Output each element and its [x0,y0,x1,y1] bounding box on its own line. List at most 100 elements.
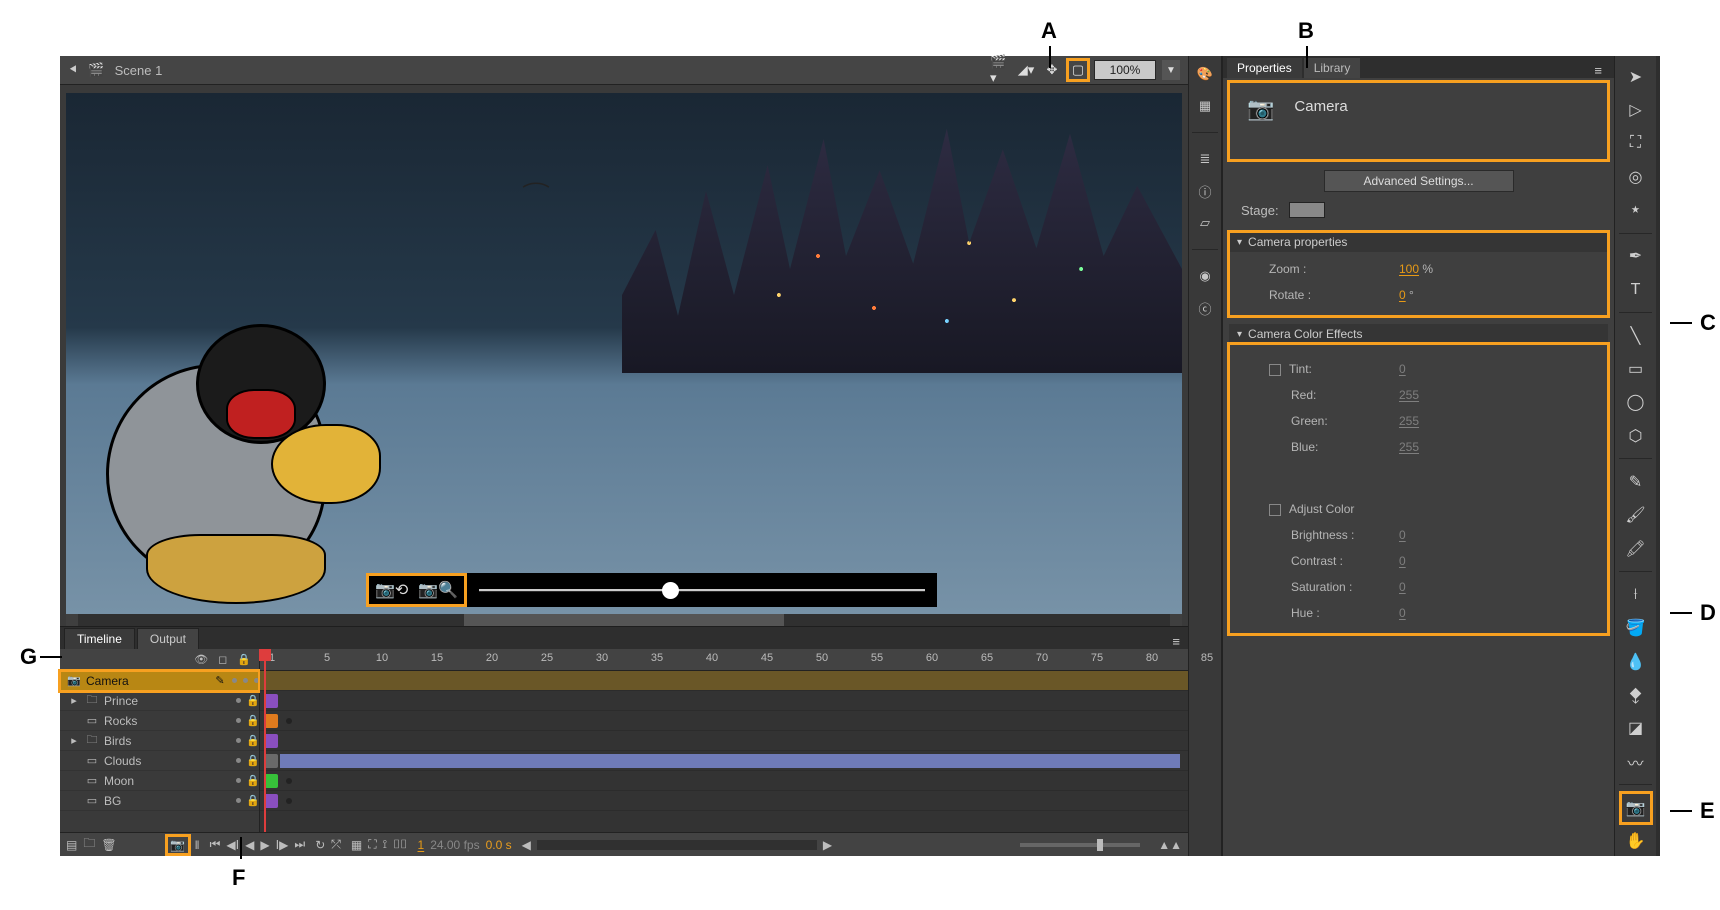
info-panel-icon[interactable]: ⓘ [1192,179,1218,203]
toggle-camera-button[interactable]: 📷 [167,836,189,854]
stage-canvas[interactable]: ︵ 📷⟲ 📷🔍 [66,93,1182,614]
layer-row-moon[interactable]: ▭ Moon 🔒 [60,771,259,791]
free-transform-tool-icon[interactable]: ⛶ [1621,129,1651,158]
panel-menu-icon[interactable]: ≡ [1586,63,1610,78]
swatches-panel-icon[interactable]: 🎨 [1192,62,1218,86]
visibility-column-icon[interactable]: 👁 [194,653,208,666]
clip-content-toggle[interactable]: ▢ [1068,60,1088,80]
stage-horizontal-scrollbar[interactable] [66,614,1182,626]
history-panel-icon[interactable]: ≣ [1192,147,1218,171]
step-fwd-icon[interactable]: Ⅰ▶ [276,838,289,852]
ink-bottle-tool-icon[interactable]: 💧 [1621,647,1651,676]
tab-output[interactable]: Output [137,628,199,649]
tint-red-value[interactable]: 255 [1399,388,1592,402]
camera-rotate-tool-icon[interactable]: 📷⟲ [375,580,408,600]
track-prince[interactable] [260,691,1188,711]
tint-blue-value[interactable]: 255 [1399,440,1592,454]
oval-tool-icon[interactable]: ◯ [1621,388,1651,417]
layer-row-clouds[interactable]: ▭ Clouds 🔒 [60,751,259,771]
selection-tool-icon[interactable]: ➤ [1621,62,1651,91]
layer-row-birds[interactable]: ▸ 🗀 Birds 🔒 [60,731,259,751]
tint-green-value[interactable]: 255 [1399,414,1592,428]
scene-clapper-icon[interactable]: 🎬 [88,62,104,78]
delete-layer-icon[interactable]: 🗑 [101,838,116,852]
edit-symbol-icon[interactable]: ◢▾ [1016,60,1036,80]
tab-library[interactable]: Library [1304,58,1361,78]
pen-tool-icon[interactable]: ✒ [1621,242,1651,271]
camera-color-effects-header[interactable]: Camera Color Effects [1229,324,1608,344]
expand-arrow-icon[interactable]: ▸ [68,695,80,707]
tab-timeline[interactable]: Timeline [64,628,135,649]
zoom-value[interactable]: 100% [1094,60,1156,80]
back-icon[interactable]: ⯇ [68,62,78,78]
lock-icon[interactable]: 🔒 [247,755,259,767]
lock-icon[interactable]: 🔒 [247,715,259,727]
lock-icon[interactable]: 🔒 [247,695,259,707]
scene-label[interactable]: Scene 1 [115,63,163,78]
camera-zoom-tool-icon[interactable]: 📷🔍 [418,580,458,600]
play-back-icon[interactable]: ◀ [245,838,254,852]
layer-row-rocks[interactable]: ▭ Rocks 🔒 [60,711,259,731]
fps-readout[interactable]: 24.00 fps [430,838,479,852]
camera-slider-thumb[interactable] [662,582,679,599]
onion-skin-icon[interactable]: ⤱ [331,837,341,852]
color-panel-icon[interactable]: ◉ [1192,264,1218,288]
track-birds[interactable] [260,731,1188,751]
brightness-value[interactable]: 0 [1399,528,1592,542]
edit-scene-icon[interactable]: 🎬▾ [990,60,1010,80]
zoom-dropdown[interactable]: ▼ [1162,60,1180,80]
go-first-frame-icon[interactable]: ⏮ [210,837,221,852]
play-icon[interactable]: ▶ [260,838,269,852]
lock-icon[interactable]: 🔒 [247,775,259,787]
brush-tool-icon[interactable]: 🖌 [1621,501,1651,530]
lock-icon[interactable]: 🔒 [247,795,259,807]
track-rocks[interactable] [260,711,1188,731]
timeline-tracks[interactable]: 1510152025303540455055606570758085 [260,649,1188,832]
rectangle-tool-icon[interactable]: ▭ [1621,355,1651,384]
current-frame[interactable]: 1 [418,838,425,852]
tint-checkbox[interactable] [1269,364,1281,376]
transform-panel-icon[interactable]: ▱ [1192,211,1218,235]
center-stage-icon[interactable]: ✥ [1042,60,1062,80]
camera-properties-header[interactable]: Camera properties [1229,232,1608,252]
contrast-value[interactable]: 0 [1399,554,1592,568]
bone-tool-icon[interactable]: ⟊ [1621,580,1651,609]
lasso-tool-icon[interactable]: ⭑ [1621,195,1651,224]
3d-rotation-tool-icon[interactable]: ◎ [1621,162,1651,191]
track-clouds[interactable] [260,751,1188,771]
lock-column-icon[interactable]: 🔒 [237,653,251,666]
stage-color-swatch[interactable] [1289,202,1325,218]
layer-row-camera[interactable]: 📷 Camera ✎ [60,671,259,691]
new-layer-icon[interactable]: ▤ [66,838,77,852]
marker-icon[interactable]: ⟟ [383,837,387,852]
rotate-value-input[interactable]: 0 [1399,288,1406,302]
playhead[interactable] [264,649,266,832]
camera-tool-icon[interactable]: 📷 [1621,793,1651,822]
outline-column-icon[interactable]: ◻ [218,653,227,666]
timeline-h-scrollbar[interactable] [537,840,817,850]
edit-multiple-icon[interactable]: ▦ [351,838,362,852]
paint-brush-tool-icon[interactable]: 🖍 [1621,534,1651,563]
lock-icon[interactable]: 🔒 [247,735,259,747]
saturation-value[interactable]: 0 [1399,580,1592,594]
width-tool-icon[interactable]: 〰 [1621,747,1651,776]
track-camera[interactable] [260,671,1188,691]
frame-ruler[interactable]: 1510152025303540455055606570758085 [260,649,1188,671]
creative-cloud-icon[interactable]: ⓒ [1192,296,1218,320]
camera-slider[interactable] [467,573,937,607]
tab-properties[interactable]: Properties [1227,58,1302,78]
line-tool-icon[interactable]: ╲ [1621,321,1651,350]
tint-value[interactable]: 0 [1399,362,1592,376]
track-moon[interactable] [260,771,1188,791]
align-panel-icon[interactable]: ▦ [1192,94,1218,118]
polystar-tool-icon[interactable]: ⬡ [1621,421,1651,450]
layer-row-prince[interactable]: ▸ 🗀 Prince 🔒 [60,691,259,711]
loop-icon[interactable]: ↻ [315,838,325,852]
scroll-right-icon[interactable]: ▶ [823,838,832,852]
track-bg[interactable] [260,791,1188,811]
hand-tool-icon[interactable]: ✋ [1621,827,1651,856]
layer-row-bg[interactable]: ▭ BG 🔒 [60,791,259,811]
expand-arrow-icon[interactable]: ▸ [68,735,80,747]
new-folder-icon[interactable]: 🗀 [83,834,95,855]
center-frame-icon[interactable]: ⛶ [368,837,376,852]
